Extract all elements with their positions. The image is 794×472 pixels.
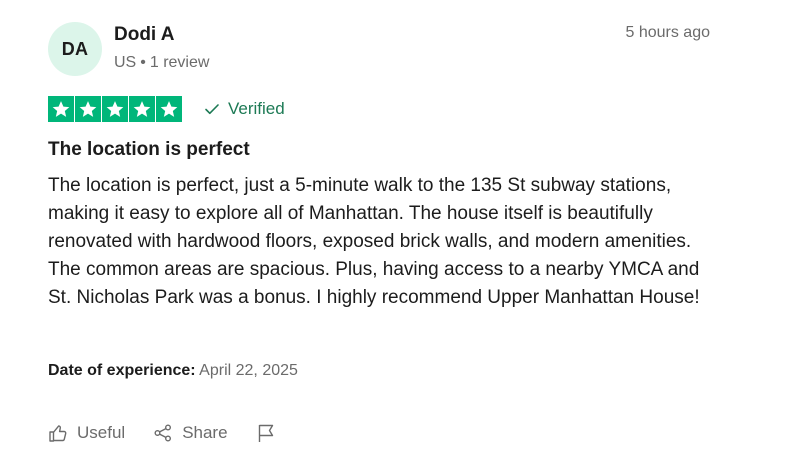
reviewer-meta: US • 1 review [114, 53, 209, 73]
date-of-experience: Date of experience: April 22, 2025 [48, 360, 298, 382]
star-icon [48, 96, 74, 122]
reviewer-review-count: 1 review [149, 54, 210, 71]
report-button[interactable] [256, 423, 276, 443]
star-rating [48, 96, 182, 122]
checkmark-icon [205, 104, 219, 115]
review-card: DA Dodi A US • 1 review 5 hours ago Veri… [48, 0, 718, 472]
experience-date: April 22, 2025 [199, 362, 298, 379]
star-icon [156, 96, 182, 122]
verified-badge[interactable]: Verified [204, 99, 285, 119]
star-icon [102, 96, 128, 122]
review-actions: Useful Share [48, 420, 304, 446]
reviewer-info: Dodi A US • 1 review [114, 22, 209, 73]
flag-icon [258, 424, 273, 442]
share-icon [154, 424, 172, 442]
star-icon [129, 96, 155, 122]
avatar-initials: DA [61, 38, 89, 59]
share-label: Share [182, 423, 228, 442]
reviewer-country: US [114, 54, 137, 71]
review-timestamp: 5 hours ago [625, 24, 710, 41]
thumbs-up-icon [49, 425, 67, 442]
meta-separator: • [140, 54, 146, 71]
review-body: The location is perfect, just a 5-minute… [48, 175, 700, 308]
rating-row: Verified [48, 96, 285, 122]
share-button[interactable]: Share [153, 423, 228, 443]
useful-label: Useful [77, 423, 126, 442]
verified-label: Verified [228, 99, 285, 118]
star-icon [75, 96, 101, 122]
avatar[interactable]: DA [48, 22, 102, 76]
reviewer-name[interactable]: Dodi A [114, 23, 209, 47]
useful-button[interactable]: Useful [48, 423, 125, 443]
review-title: The location is perfect [48, 139, 250, 160]
experience-label: Date of experience: [48, 362, 196, 379]
review-header: DA Dodi A US • 1 review 5 hours ago [48, 22, 718, 78]
